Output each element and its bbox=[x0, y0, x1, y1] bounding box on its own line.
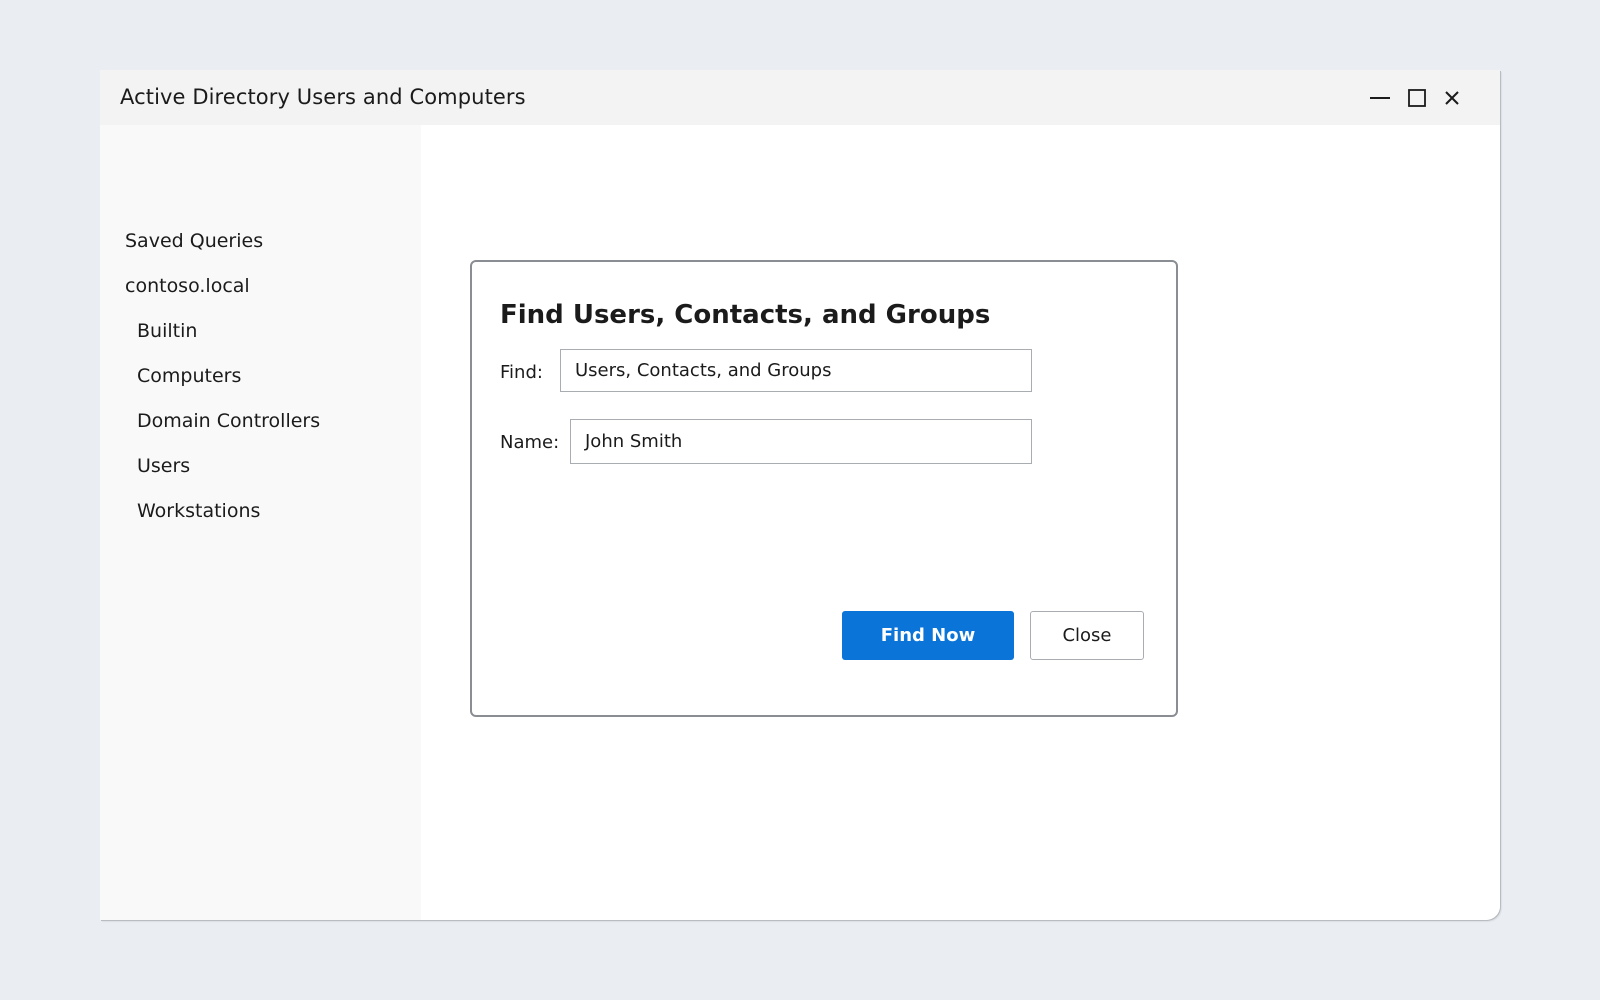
tree-item-users[interactable]: Users bbox=[137, 454, 190, 478]
find-dialog: Find Users, Contacts, and Groups Find: U… bbox=[470, 260, 1178, 717]
maximize-icon bbox=[1408, 89, 1426, 107]
minimize-icon bbox=[1370, 97, 1390, 99]
tree-item-workstations[interactable]: Workstations bbox=[137, 499, 260, 523]
name-label: Name: bbox=[500, 432, 560, 453]
find-label: Find: bbox=[500, 362, 543, 383]
find-now-button[interactable]: Find Now bbox=[842, 611, 1014, 660]
close-window-button[interactable] bbox=[1437, 83, 1467, 113]
window-title: Active Directory Users and Computers bbox=[120, 85, 526, 109]
tree-item-saved-queries[interactable]: Saved Queries bbox=[125, 229, 263, 253]
maximize-button[interactable] bbox=[1402, 83, 1432, 113]
find-type-value: Users, Contacts, and Groups bbox=[575, 359, 832, 381]
dialog-title: Find Users, Contacts, and Groups bbox=[500, 300, 991, 330]
name-input[interactable]: John Smith bbox=[570, 419, 1032, 464]
tree-item-computers[interactable]: Computers bbox=[137, 364, 241, 388]
title-bar: Active Directory Users and Computers bbox=[100, 70, 1500, 125]
name-input-value: John Smith bbox=[585, 430, 683, 452]
tree-item-contoso-local[interactable]: contoso.local bbox=[125, 274, 250, 298]
tree-item-domain-controllers[interactable]: Domain Controllers bbox=[137, 409, 320, 433]
close-button[interactable]: Close bbox=[1030, 611, 1144, 660]
find-type-field[interactable]: Users, Contacts, and Groups bbox=[560, 349, 1032, 392]
close-icon bbox=[1445, 91, 1459, 105]
tree-item-builtin[interactable]: Builtin bbox=[137, 319, 197, 343]
navigation-tree: Saved Queries contoso.local Builtin Comp… bbox=[100, 125, 421, 920]
minimize-button[interactable] bbox=[1365, 83, 1395, 113]
